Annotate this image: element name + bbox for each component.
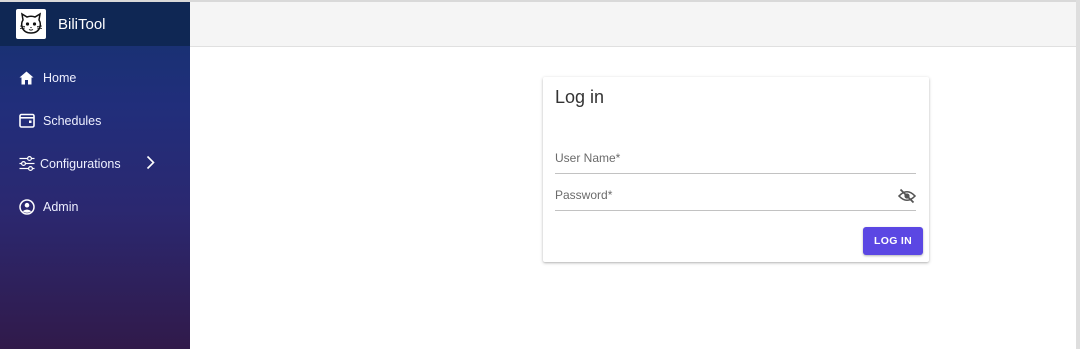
sliders-icon — [18, 155, 35, 172]
account-circle-icon — [18, 198, 35, 215]
home-icon — [18, 69, 35, 86]
sidebar-item-schedules[interactable]: Schedules — [0, 99, 190, 142]
sidebar-item-label: Configurations — [40, 156, 121, 171]
login-card: Log in User Name* Password* LOG IN — [543, 77, 929, 262]
window-right-border — [1076, 0, 1080, 349]
sidebar-item-label: Admin — [43, 199, 79, 214]
chevron-right-icon[interactable] — [146, 155, 155, 173]
sidebar-item-label: Schedules — [43, 113, 102, 128]
sidebar-nav: Home Schedules Configurations Admin — [0, 46, 190, 228]
eye-off-icon[interactable] — [897, 188, 917, 209]
password-input[interactable] — [555, 186, 889, 210]
sidebar-item-configurations[interactable]: Configurations — [0, 142, 190, 185]
password-field[interactable]: Password* — [555, 186, 917, 211]
cat-logo-icon — [16, 9, 46, 39]
sidebar-item-label: Home — [43, 70, 77, 85]
login-button[interactable]: LOG IN — [863, 227, 923, 255]
app-title: BiliTool — [58, 15, 106, 33]
sidebar: BiliTool Home Schedules Configurations A… — [0, 2, 190, 349]
username-input[interactable] — [555, 149, 889, 173]
calendar-icon — [18, 112, 35, 129]
sidebar-item-home[interactable]: Home — [0, 56, 190, 99]
sidebar-item-admin[interactable]: Admin — [0, 185, 190, 228]
username-field[interactable]: User Name* — [555, 149, 916, 174]
login-title: Log in — [555, 87, 605, 107]
brand-bar[interactable]: BiliTool — [0, 2, 190, 46]
top-app-bar — [190, 2, 1076, 47]
